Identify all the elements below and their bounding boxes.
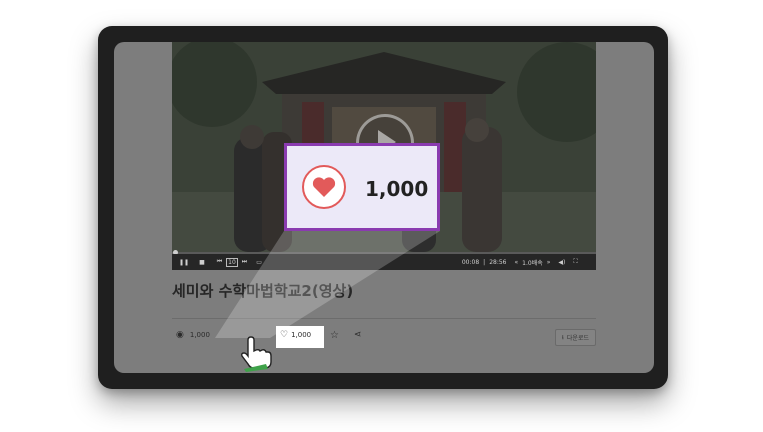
download-button[interactable]: ⭳ 다운로드 <box>554 329 596 346</box>
like-button[interactable]: ♡ 1,000 <box>276 326 324 348</box>
zoom-callout: 1,000 <box>284 143 440 231</box>
views-stat: ◉ 1,000 <box>176 330 210 340</box>
total-time: 28:56 <box>489 258 507 266</box>
stop-icon[interactable]: ■ <box>199 259 205 266</box>
fullscreen-icon[interactable]: ⛶ <box>573 258 577 266</box>
rewind-icon[interactable]: « <box>514 259 518 266</box>
player-controls: ❚❚ ■ ⏮ 10 ⏭ ▭ 00:08 | 28:56 « 1.0배속 » ◀)… <box>172 254 596 270</box>
volume-icon[interactable]: ◀) <box>558 259 565 266</box>
current-time: 00:08 <box>461 258 480 266</box>
likes-count: 1,000 <box>291 331 312 339</box>
pause-icon[interactable]: ❚❚ <box>179 259 189 266</box>
eye-icon: ◉ <box>176 330 184 340</box>
skip-back-icon[interactable]: ⏮ <box>217 258 222 266</box>
hand-cursor-icon <box>241 336 272 372</box>
share-button[interactable]: ⋖ <box>354 330 362 340</box>
forward-icon[interactable]: » <box>547 259 551 266</box>
heart-outline-icon: ♡ <box>280 330 289 340</box>
download-label: 다운로드 <box>566 335 589 342</box>
skip-10-button[interactable]: 10 <box>226 257 238 267</box>
skip-forward-icon[interactable]: ⏭ <box>242 258 247 266</box>
heart-button-zoomed <box>302 165 346 209</box>
bookmark-button[interactable]: ☆ <box>330 330 339 341</box>
views-count: 1,000 <box>189 331 210 339</box>
page-title: 세미와 수학마법학교2(영상) <box>172 282 354 300</box>
time-divider: | <box>483 258 486 266</box>
download-icon: ⭳ <box>561 333 564 341</box>
screen-icon[interactable]: ▭ <box>256 259 262 266</box>
share-icon: ⋖ <box>354 330 362 340</box>
playback-speed[interactable]: 1.0배속 <box>522 258 543 267</box>
divider <box>172 318 596 319</box>
star-icon: ☆ <box>330 330 339 341</box>
heart-icon <box>312 177 336 197</box>
zoom-like-count: 1,000 <box>365 177 429 201</box>
